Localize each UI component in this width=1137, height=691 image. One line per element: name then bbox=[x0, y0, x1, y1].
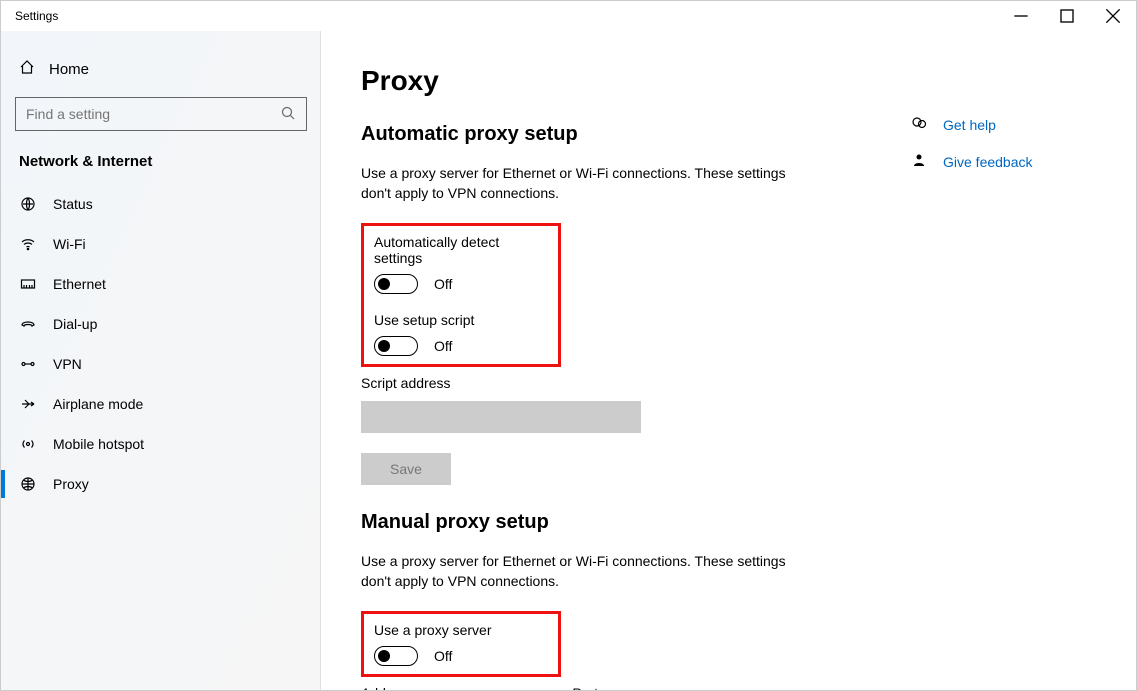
manual-description: Use a proxy server for Ethernet or Wi-Fi… bbox=[361, 552, 791, 591]
use-proxy-toggle[interactable] bbox=[374, 646, 418, 666]
use-proxy-state: Off bbox=[434, 648, 452, 664]
settings-window: Settings Home Network & Internet bbox=[0, 0, 1137, 691]
help-icon bbox=[911, 115, 929, 134]
get-help-text: Get help bbox=[943, 117, 996, 133]
get-help-link[interactable]: Get help bbox=[911, 115, 1033, 134]
window-title: Settings bbox=[15, 9, 58, 23]
airplane-icon bbox=[19, 396, 37, 412]
feedback-icon bbox=[911, 152, 929, 171]
sidebar-item-ethernet[interactable]: Ethernet bbox=[1, 264, 321, 304]
sidebar-item-proxy[interactable]: Proxy bbox=[1, 464, 321, 504]
auto-description: Use a proxy server for Ethernet or Wi-Fi… bbox=[361, 164, 791, 203]
content-area: Proxy Automatic proxy setup Use a proxy … bbox=[321, 31, 1136, 690]
maximize-button[interactable] bbox=[1044, 1, 1090, 31]
manual-heading: Manual proxy setup bbox=[361, 511, 831, 534]
ethernet-icon bbox=[19, 276, 37, 292]
sidebar-item-airplane[interactable]: Airplane mode bbox=[1, 384, 321, 424]
sidebar-item-label: Dial-up bbox=[53, 316, 97, 332]
sidebar-item-label: Proxy bbox=[53, 476, 89, 492]
give-feedback-link[interactable]: Give feedback bbox=[911, 152, 1033, 171]
sidebar: Home Network & Internet Status Wi-Fi Eth… bbox=[1, 31, 321, 690]
highlight-auto-settings: Automatically detect settings Off Use se… bbox=[361, 223, 561, 367]
proxy-icon bbox=[19, 476, 37, 492]
wifi-icon bbox=[19, 236, 37, 252]
dialup-icon bbox=[19, 316, 37, 332]
titlebar: Settings bbox=[1, 1, 1136, 31]
auto-detect-label: Automatically detect settings bbox=[374, 234, 548, 266]
give-feedback-text: Give feedback bbox=[943, 154, 1033, 170]
search-icon bbox=[280, 105, 296, 124]
address-label: Address bbox=[361, 685, 412, 690]
sidebar-item-status[interactable]: Status bbox=[1, 184, 321, 224]
auto-detect-state: Off bbox=[434, 276, 452, 292]
search-input[interactable] bbox=[26, 106, 280, 122]
highlight-manual-use-proxy: Use a proxy server Off bbox=[361, 611, 561, 677]
sidebar-item-label: Status bbox=[53, 196, 93, 212]
vpn-icon bbox=[19, 356, 37, 372]
sidebar-item-label: VPN bbox=[53, 356, 82, 372]
close-button[interactable] bbox=[1090, 1, 1136, 31]
sidebar-item-wifi[interactable]: Wi-Fi bbox=[1, 224, 321, 264]
port-label: Port bbox=[572, 685, 598, 690]
sidebar-item-vpn[interactable]: VPN bbox=[1, 344, 321, 384]
setup-script-state: Off bbox=[434, 338, 452, 354]
sidebar-item-dialup[interactable]: Dial-up bbox=[1, 304, 321, 344]
script-address-input[interactable] bbox=[361, 401, 641, 433]
search-box[interactable] bbox=[15, 97, 307, 131]
use-proxy-label: Use a proxy server bbox=[374, 622, 548, 638]
setup-script-label: Use setup script bbox=[374, 312, 548, 328]
page-title: Proxy bbox=[361, 65, 831, 97]
save-button[interactable]: Save bbox=[361, 453, 451, 485]
sidebar-item-hotspot[interactable]: Mobile hotspot bbox=[1, 424, 321, 464]
sidebar-item-label: Mobile hotspot bbox=[53, 436, 144, 452]
help-column: Get help Give feedback bbox=[911, 65, 1033, 690]
home-icon bbox=[19, 59, 35, 79]
home-nav[interactable]: Home bbox=[1, 51, 321, 93]
setup-script-toggle[interactable] bbox=[374, 336, 418, 356]
status-icon bbox=[19, 196, 37, 212]
auto-heading: Automatic proxy setup bbox=[361, 123, 831, 146]
category-title: Network & Internet bbox=[1, 153, 321, 184]
sidebar-item-label: Ethernet bbox=[53, 276, 106, 292]
sidebar-item-label: Airplane mode bbox=[53, 396, 143, 412]
script-address-label: Script address bbox=[361, 375, 831, 391]
hotspot-icon bbox=[19, 436, 37, 452]
minimize-button[interactable] bbox=[998, 1, 1044, 31]
auto-detect-toggle[interactable] bbox=[374, 274, 418, 294]
sidebar-item-label: Wi-Fi bbox=[53, 236, 86, 252]
home-label: Home bbox=[49, 61, 89, 78]
